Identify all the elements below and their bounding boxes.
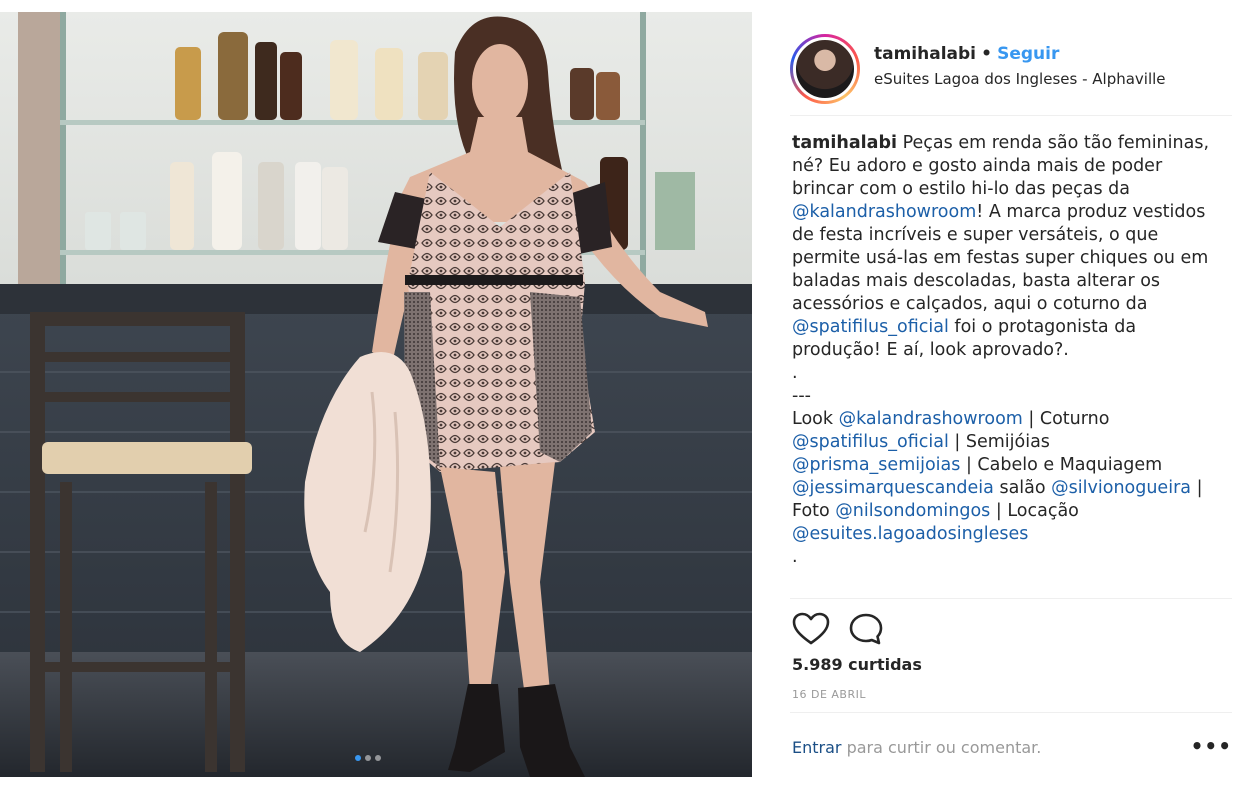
mention-link[interactable]: @prisma_semijoias (792, 455, 960, 475)
mention-link[interactable]: @kalandrashowroom (792, 202, 976, 222)
post-side-panel: tamihalabi • Seguir eSuites Lagoa dos In… (770, 12, 1240, 782)
header-divider (790, 115, 1232, 116)
mention-link[interactable]: @spatifilus_oficial (792, 317, 949, 337)
caption-text: | Cabelo e Maquiagem (965, 455, 1163, 475)
carousel-dot-3 (375, 755, 381, 761)
location-link[interactable]: eSuites Lagoa dos Ingleses - Alphaville (874, 70, 1166, 88)
header-separator: • (981, 44, 992, 64)
post-date[interactable]: 16 DE ABRIL (792, 688, 866, 701)
header-text: tamihalabi • Seguir eSuites Lagoa dos In… (874, 44, 1166, 88)
mention-link[interactable]: @spatifilus_oficial (792, 432, 949, 452)
username-link[interactable]: tamihalabi (874, 44, 976, 64)
avatar (793, 37, 857, 101)
follow-button[interactable]: Seguir (997, 44, 1059, 64)
caption-text: | Coturno (1028, 409, 1110, 429)
caption-credits: Look @kalandrashowroom | Coturno @spatif… (792, 408, 1222, 546)
caption-text: salão (999, 478, 1046, 498)
caption-dot: . (792, 547, 798, 567)
login-prompt-text: para curtir ou comentar. (846, 738, 1042, 757)
heart-icon[interactable] (792, 612, 830, 646)
caption-dot: . (792, 363, 798, 383)
likes-count[interactable]: 5.989 curtidas (792, 655, 922, 674)
mention-link[interactable]: @nilsondomingos (835, 501, 990, 521)
action-bar (792, 612, 884, 646)
post-header: tamihalabi • Seguir eSuites Lagoa dos In… (790, 34, 1230, 104)
caption-dashes: --- (792, 386, 811, 406)
caption-text: Look (792, 409, 833, 429)
post-image (0, 12, 752, 777)
carousel-dot-1 (355, 755, 361, 761)
mention-link[interactable]: @kalandrashowroom (839, 409, 1023, 429)
footer-divider (790, 712, 1232, 713)
comment-bubble-icon[interactable] (848, 612, 884, 646)
carousel-dot-2 (365, 755, 371, 761)
story-ring[interactable] (790, 34, 860, 104)
login-link[interactable]: Entrar (792, 738, 841, 757)
post-photo[interactable] (0, 12, 752, 777)
caption-text: | Semijóias (954, 432, 1050, 452)
post-caption: tamihalabi Peças em renda são tão femini… (792, 132, 1222, 569)
caption-text: | (995, 501, 1002, 521)
login-prompt: Entrar para curtir ou comentar. ••• (792, 734, 1232, 758)
caption-text: Locação (1007, 501, 1079, 521)
carousel-indicator (355, 755, 381, 761)
more-options-icon[interactable]: ••• (1191, 734, 1232, 758)
caption-paragraph: tamihalabi Peças em renda são tão femini… (792, 132, 1222, 362)
caption-username[interactable]: tamihalabi (792, 133, 897, 153)
mention-link[interactable]: @silvionogueira (1051, 478, 1191, 498)
caption-divider (790, 598, 1232, 599)
mention-link[interactable]: @esuites.lagoadosingleses (792, 524, 1028, 544)
mention-link[interactable]: @jessimarquescandeia (792, 478, 994, 498)
